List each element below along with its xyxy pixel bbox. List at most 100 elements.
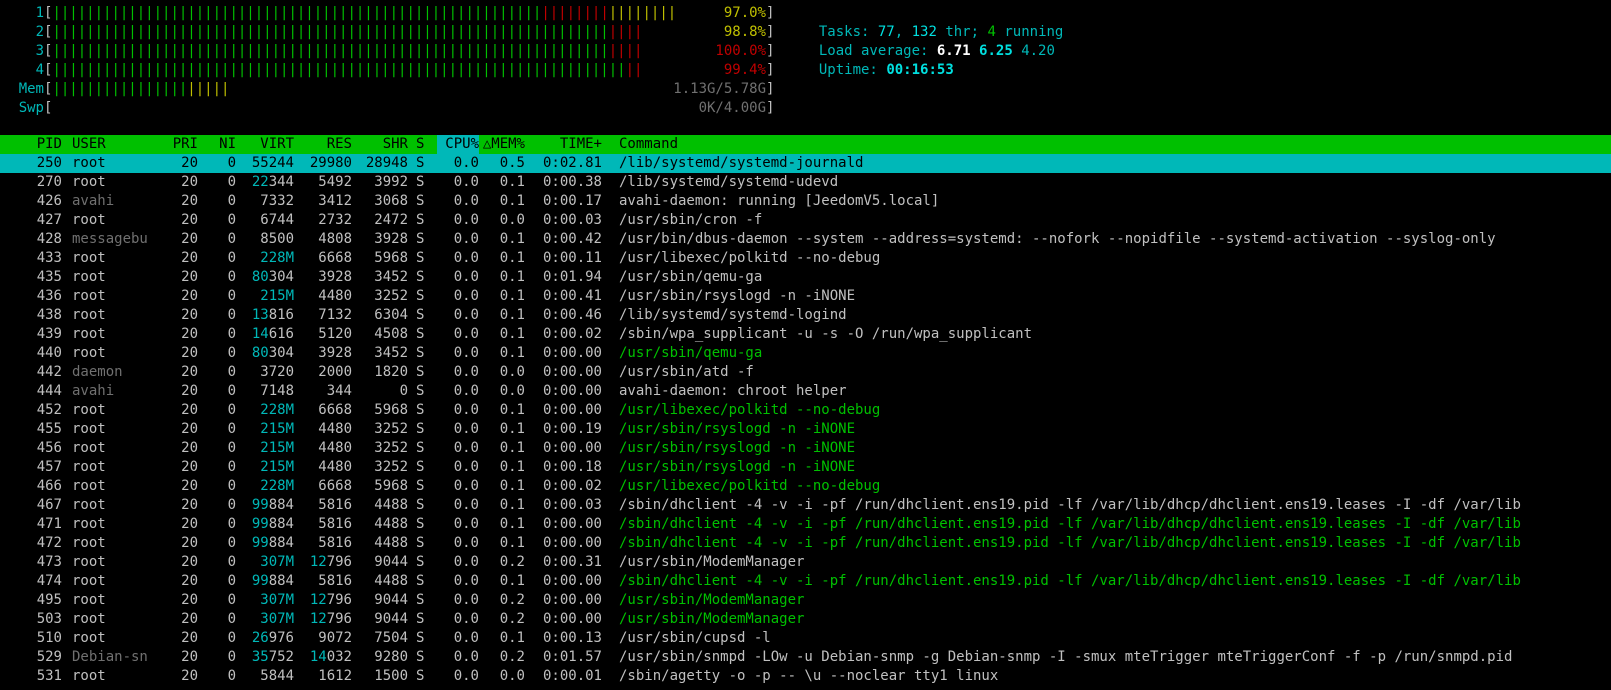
process-pid: 442 bbox=[36, 364, 62, 380]
column-header-ni[interactable]: NI bbox=[200, 135, 236, 154]
process-row[interactable]: 503 root 20 0 307M 12796 9044 S 0.0 0.2 0:00.00/us… bbox=[0, 610, 1611, 629]
process-time: 0:00.31 bbox=[542, 554, 602, 570]
process-row[interactable]: 440 root 20 0 80304 3928 3452 S 0.0 0.1 0:00.00/us… bbox=[0, 344, 1611, 363]
process-cpu: 0.0 bbox=[453, 516, 479, 532]
process-user: root bbox=[72, 630, 106, 646]
process-time: 0:00.13 bbox=[542, 630, 602, 646]
process-row[interactable]: 466 root 20 0 228M 6668 5968 S 0.0 0.1 0:00.02/usr… bbox=[0, 477, 1611, 496]
process-time: 0:00.00 bbox=[542, 440, 602, 456]
meter-fill: ||||||||||||||||||||||||||||||||||||||||… bbox=[52, 62, 626, 78]
process-row[interactable]: 442 daemon 20 0 3720 2000 1820 S 0.0 0.0 0:00.00/u… bbox=[0, 363, 1611, 382]
process-row[interactable]: 473 root 20 0 307M 12796 9044 S 0.0 0.2 0:00.31/us… bbox=[0, 553, 1611, 572]
process-row[interactable]: 439 root 20 0 14616 5120 4508 S 0.0 0.1 0:00.02/sb… bbox=[0, 325, 1611, 344]
process-row[interactable]: 270 root 20 0 22344 5492 3992 S 0.0 0.1 0:00.38/li… bbox=[0, 173, 1611, 192]
process-s: S bbox=[416, 649, 425, 665]
process-row[interactable]: 531 root 20 0 5844 1612 1500 S 0.0 0.0 0:00.01/sbi… bbox=[0, 667, 1611, 686]
process-ni: 0 bbox=[227, 174, 236, 190]
process-cpu: 0.0 bbox=[453, 592, 479, 608]
process-row[interactable]: 456 root 20 0 215M 4480 3252 S 0.0 0.1 0:00.00/usr… bbox=[0, 439, 1611, 458]
process-virt: 228M bbox=[260, 478, 294, 494]
process-shr: 4488 bbox=[374, 497, 408, 513]
process-shr: 4488 bbox=[374, 516, 408, 532]
process-row[interactable]: 435 root 20 0 80304 3928 3452 S 0.0 0.1 0:01.94/us… bbox=[0, 268, 1611, 287]
process-row[interactable]: 472 root 20 0 99884 5816 4488 S 0.0 0.1 0:00.00/sb… bbox=[0, 534, 1611, 553]
process-shr: 3992 bbox=[374, 174, 408, 190]
process-res: 2732 bbox=[318, 212, 352, 228]
process-row[interactable]: 433 root 20 0 228M 6668 5968 S 0.0 0.1 0:00.11/usr… bbox=[0, 249, 1611, 268]
column-header-user[interactable]: USER bbox=[72, 135, 162, 154]
column-header-virt[interactable]: VIRT bbox=[236, 135, 294, 154]
column-header-mem[interactable]: △MEM% bbox=[479, 135, 525, 154]
process-pri: 20 bbox=[181, 326, 198, 342]
process-user: root bbox=[72, 497, 106, 513]
process-shr: 5968 bbox=[374, 402, 408, 418]
column-header-shr[interactable]: SHR bbox=[352, 135, 408, 154]
process-pid: 467 bbox=[36, 497, 62, 513]
process-row[interactable]: 438 root 20 0 13816 7132 6304 S 0.0 0.1 0:00.46/li… bbox=[0, 306, 1611, 325]
process-shr: 9044 bbox=[374, 554, 408, 570]
process-virt: 228M bbox=[260, 402, 294, 418]
column-header-pri[interactable]: PRI bbox=[160, 135, 198, 154]
process-row[interactable]: 457 root 20 0 215M 4480 3252 S 0.0 0.1 0:00.18/usr… bbox=[0, 458, 1611, 477]
process-shr: 2472 bbox=[374, 212, 408, 228]
process-row[interactable]: 250 root 20 0 55244 29980 28948 S 0.0 0.5 0:02.81 /… bbox=[0, 154, 1611, 173]
process-row[interactable]: 436 root 20 0 215M 4480 3252 S 0.0 0.1 0:00.41/usr… bbox=[0, 287, 1611, 306]
process-user: root bbox=[72, 307, 106, 323]
process-row[interactable]: 444 avahi 20 0 7148 344 0 S 0.0 0.0 0:00.00 avahi-d… bbox=[0, 382, 1611, 401]
uptime-label: Uptime: bbox=[818, 62, 878, 78]
column-header-res[interactable]: RES bbox=[294, 135, 352, 154]
process-user: root bbox=[72, 573, 106, 589]
process-time: 0:00.03 bbox=[542, 212, 602, 228]
process-s: S bbox=[416, 231, 425, 247]
column-header-s[interactable]: S bbox=[416, 135, 430, 154]
process-virt: 307M bbox=[260, 592, 294, 608]
process-time: 0:00.41 bbox=[542, 288, 602, 304]
process-row[interactable]: 452 root 20 0 228M 6668 5968 S 0.0 0.1 0:00.00/usr… bbox=[0, 401, 1611, 420]
meter-value: 99.4% bbox=[723, 62, 766, 78]
process-res: 12796 bbox=[309, 611, 352, 627]
process-pid: 435 bbox=[36, 269, 62, 285]
process-cpu: 0.0 bbox=[453, 535, 479, 551]
process-row[interactable]: 426 avahi 20 0 7332 3412 3068 S 0.0 0.1 0:00.17 ava… bbox=[0, 192, 1611, 211]
process-row[interactable]: 455 root 20 0 215M 4480 3252 S 0.0 0.1 0:00.19/usr… bbox=[0, 420, 1611, 439]
process-row[interactable]: 474 root 20 0 99884 5816 4488 S 0.0 0.1 0:00.00/sb… bbox=[0, 572, 1611, 591]
process-pri: 20 bbox=[181, 155, 198, 171]
process-row[interactable]: 428 messagebu 20 0 8500 4808 3928 S 0.0 0.1 0:00.4… bbox=[0, 230, 1611, 249]
process-time: 0:00.38 bbox=[542, 174, 602, 190]
process-ni: 0 bbox=[227, 573, 236, 589]
column-header-command[interactable]: Command bbox=[619, 135, 819, 154]
process-cmd: /usr/sbin/rsyslogd -n -iNONE bbox=[619, 288, 856, 304]
process-cpu: 0.0 bbox=[453, 383, 479, 399]
process-cmd: /usr/bin/dbus-daemon --system --address=… bbox=[619, 231, 1496, 247]
process-s: S bbox=[416, 478, 425, 494]
process-ni: 0 bbox=[227, 402, 236, 418]
process-pid: 426 bbox=[36, 193, 62, 209]
process-ni: 0 bbox=[227, 535, 236, 551]
process-cmd: /lib/systemd/systemd-udevd bbox=[619, 174, 839, 190]
process-res: 6668 bbox=[318, 250, 352, 266]
process-row[interactable]: 529 Debian-sn 20 0 35752 14032 9280 S 0.0 0.2 0:01… bbox=[0, 648, 1611, 667]
process-user: root bbox=[72, 478, 106, 494]
process-row[interactable]: 427 root 20 0 6744 2732 2472 S 0.0 0.0 0:00.03/usr… bbox=[0, 211, 1611, 230]
column-header-time[interactable]: TIME+ bbox=[530, 135, 602, 154]
process-row[interactable]: 495 root 20 0 307M 12796 9044 S 0.0 0.2 0:00.00/us… bbox=[0, 591, 1611, 610]
process-res: 6668 bbox=[318, 478, 352, 494]
process-s: S bbox=[416, 364, 425, 380]
process-user: root bbox=[72, 269, 106, 285]
process-ni: 0 bbox=[227, 592, 236, 608]
process-cpu: 0.0 bbox=[453, 459, 479, 475]
process-row[interactable]: 467 root 20 0 99884 5816 4488 S 0.0 0.1 0:00.03/sb… bbox=[0, 496, 1611, 515]
column-header-pid[interactable]: PID bbox=[0, 135, 62, 154]
process-virt: 26976 bbox=[251, 630, 294, 646]
process-time: 0:00.02 bbox=[542, 326, 602, 342]
process-mem: 0.2 bbox=[499, 554, 525, 570]
column-header-cpu[interactable]: CPU% bbox=[437, 135, 479, 154]
process-table-header: PID USER PRI NI VIRT RES SHR S CPU% △MEM% TIME+ Com… bbox=[0, 135, 1611, 154]
process-row[interactable]: 510 root 20 0 26976 9072 7504 S 0.0 0.1 0:00.13/us… bbox=[0, 629, 1611, 648]
process-mem: 0.1 bbox=[499, 326, 525, 342]
process-ni: 0 bbox=[227, 193, 236, 209]
process-row[interactable]: 471 root 20 0 99884 5816 4488 S 0.0 0.1 0:00.00/sb… bbox=[0, 515, 1611, 534]
uptime: Uptime: 00:16:53 bbox=[802, 42, 954, 78]
process-s: S bbox=[416, 459, 425, 475]
process-time: 0:01.57 bbox=[542, 649, 602, 665]
